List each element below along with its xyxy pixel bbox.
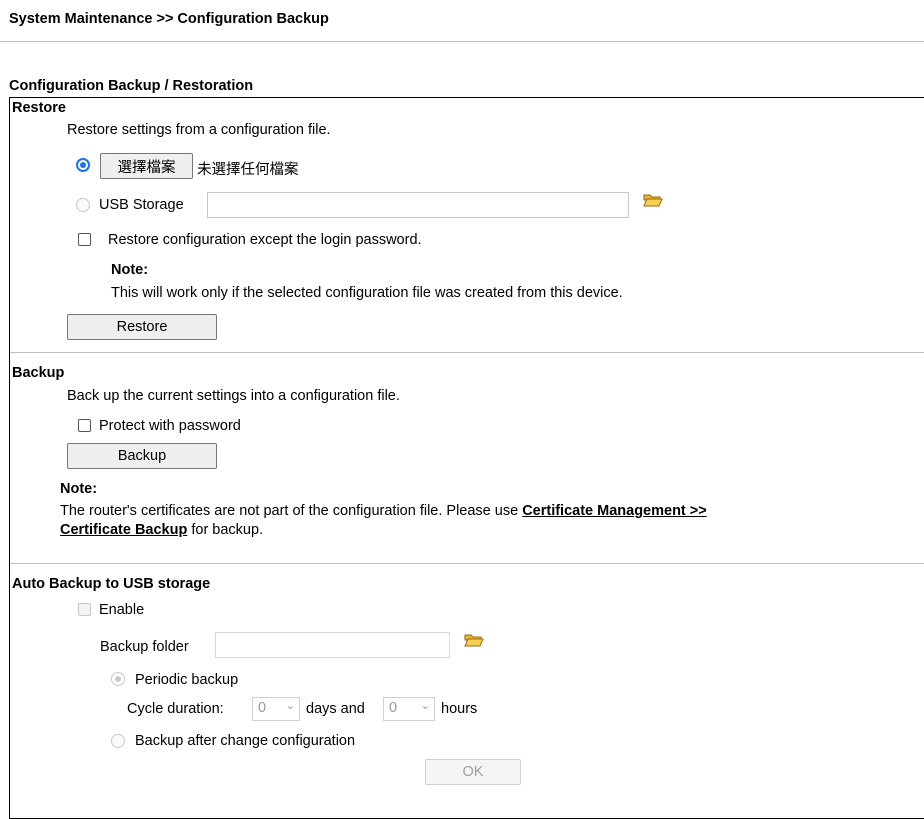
periodic-backup-label: Periodic backup: [135, 672, 239, 688]
enable-checkbox[interactable]: [78, 603, 91, 616]
chevron-down-icon: ⌄: [420, 700, 430, 712]
usb-storage-input[interactable]: [207, 192, 629, 218]
backup-divider: [10, 563, 924, 564]
restore-divider: [10, 352, 924, 353]
protect-password-checkbox[interactable]: [78, 419, 91, 432]
hours-select[interactable]: 0 ⌄: [383, 697, 435, 721]
backup-note-label: Note:: [60, 481, 98, 497]
page-title: System Maintenance >> Configuration Back…: [9, 11, 329, 27]
restore-heading: Restore: [12, 100, 66, 116]
backup-button[interactable]: Backup: [67, 443, 217, 469]
backup-folder-label: Backup folder: [100, 639, 189, 655]
restore-note-label: Note:: [111, 262, 149, 278]
section-title: Configuration Backup / Restoration: [9, 78, 254, 94]
restore-note-text: This will work only if the selected conf…: [111, 285, 623, 301]
restore-description: Restore settings from a configuration fi…: [67, 122, 331, 138]
except-password-label: Restore configuration except the login p…: [108, 232, 422, 248]
folder-open-icon[interactable]: [464, 632, 484, 648]
restore-button[interactable]: Restore: [67, 314, 217, 340]
backup-description: Back up the current settings into a conf…: [67, 388, 400, 404]
chevron-down-icon: ⌄: [285, 700, 295, 712]
choose-file-button[interactable]: 選擇檔案: [100, 153, 193, 179]
header-divider: [0, 41, 924, 42]
certificate-management-link[interactable]: Certificate Management >>: [522, 503, 707, 519]
backup-heading: Backup: [12, 365, 65, 381]
hours-value: 0: [389, 700, 398, 716]
ok-button[interactable]: OK: [425, 759, 521, 785]
radio-local-file[interactable]: [76, 158, 90, 172]
backup-after-change-label: Backup after change configuration: [135, 733, 356, 749]
radio-periodic-backup[interactable]: [111, 672, 125, 686]
certificate-backup-link[interactable]: Certificate Backup: [60, 522, 187, 538]
backup-folder-input[interactable]: [215, 632, 450, 658]
days-select[interactable]: 0 ⌄: [252, 697, 300, 721]
file-status: 未選擇任何檔案: [197, 162, 299, 178]
backup-note-text: The router's certificates are not part o…: [60, 503, 523, 519]
backup-note-line-2: Certificate Backup for backup.: [60, 522, 263, 538]
usb-storage-label: USB Storage: [99, 197, 184, 213]
hours-label: hours: [441, 701, 478, 717]
protect-password-label: Protect with password: [99, 418, 241, 434]
days-label: days and: [306, 701, 365, 717]
radio-backup-after-change[interactable]: [111, 734, 125, 748]
except-password-checkbox[interactable]: [78, 233, 91, 246]
folder-open-icon[interactable]: [643, 192, 663, 208]
auto-backup-heading: Auto Backup to USB storage: [12, 576, 211, 592]
enable-label: Enable: [99, 602, 145, 618]
backup-note-line-1: The router's certificates are not part o…: [60, 503, 707, 519]
radio-usb-storage[interactable]: [76, 198, 90, 212]
days-value: 0: [258, 700, 267, 716]
cycle-duration-label: Cycle duration:: [127, 701, 224, 717]
backup-note-suffix: for backup.: [187, 522, 264, 538]
